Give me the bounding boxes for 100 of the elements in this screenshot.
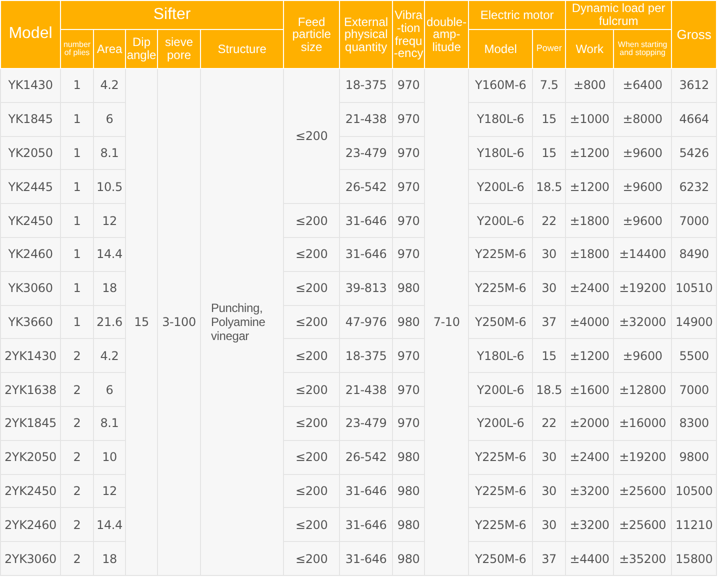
table-cell: 15 xyxy=(532,102,566,136)
table-cell: 22 xyxy=(532,204,566,238)
column-header: Dip angle xyxy=(126,30,158,68)
table-cell: 8300 xyxy=(672,406,717,440)
table-cell: ≤200 xyxy=(284,542,340,576)
table-cell: 2YK3060 xyxy=(0,542,60,576)
table-cell: Y160M-6 xyxy=(468,68,533,102)
table-cell: 2YK1430 xyxy=(0,338,60,373)
table-cell: YK1430 xyxy=(0,68,60,102)
table-cell: 26-542 xyxy=(340,440,393,474)
table-cell: YK2445 xyxy=(0,170,60,204)
table-cell: 1 xyxy=(60,237,94,272)
column-header: Structure xyxy=(200,30,284,68)
table-cell: Y180L-6 xyxy=(468,338,533,373)
table-cell: 7000 xyxy=(672,372,717,406)
table-cell: ±2000 xyxy=(566,406,614,440)
table-cell: ±8000 xyxy=(614,102,672,136)
table-cell: ≤200 xyxy=(284,68,340,204)
table-cell: 2 xyxy=(60,440,94,474)
table-cell: 1 xyxy=(60,68,94,102)
table-cell: 4.2 xyxy=(94,338,126,373)
table-cell: ≤200 xyxy=(284,406,340,440)
table-cell: 1 xyxy=(60,102,94,136)
table-cell: 6232 xyxy=(672,170,717,204)
table-cell: 6 xyxy=(94,372,126,406)
column-header: sieve pore xyxy=(158,30,200,68)
table-cell: ±1200 xyxy=(566,170,614,204)
table-cell: 970 xyxy=(392,237,425,272)
table-cell: 37 xyxy=(532,305,566,339)
table-cell: 21-438 xyxy=(340,372,393,406)
table-cell: 47-976 xyxy=(340,305,393,339)
table-cell: 10 xyxy=(94,440,126,474)
table-cell: 26-542 xyxy=(340,170,393,204)
table-cell: 39-813 xyxy=(340,271,393,306)
table-cell: 21-438 xyxy=(340,102,393,136)
table-cell: Y225M-6 xyxy=(468,271,533,306)
table-cell: 15 xyxy=(532,136,566,170)
table-cell: 970 xyxy=(392,170,425,204)
table-cell: ±3200 xyxy=(566,474,614,508)
table-cell: Punching, Polyamine vinegar xyxy=(200,68,284,576)
table-cell: 980 xyxy=(392,440,425,474)
table-cell: 980 xyxy=(392,271,425,306)
table-cell: ±19200 xyxy=(614,271,672,306)
table-cell: ±6400 xyxy=(614,68,672,102)
table-cell: ±800 xyxy=(566,68,614,102)
table-cell: ±35200 xyxy=(614,542,672,576)
table-cell: 30 xyxy=(532,271,566,306)
table-cell: ≤200 xyxy=(284,271,340,306)
column-header: Electric motor xyxy=(468,0,566,30)
table-cell: Y250M-6 xyxy=(468,305,533,339)
table-cell: 15800 xyxy=(672,542,717,576)
table-cell: 22 xyxy=(532,406,566,440)
table-cell: Y180L-6 xyxy=(468,102,533,136)
table-cell: 1 xyxy=(60,305,94,339)
column-header: Work xyxy=(566,30,614,68)
table-cell: 2 xyxy=(60,508,94,542)
table-cell: 1 xyxy=(60,271,94,306)
table-cell: 14.4 xyxy=(94,237,126,272)
table-cell: ±4000 xyxy=(566,305,614,339)
table-cell: 2YK2450 xyxy=(0,474,60,508)
table-cell: 970 xyxy=(392,102,425,136)
table-cell: Y250M-6 xyxy=(468,542,533,576)
table-cell: ±1800 xyxy=(566,237,614,272)
table-cell: ≤200 xyxy=(284,372,340,406)
table-cell: YK2450 xyxy=(0,204,60,238)
table-cell: 18-375 xyxy=(340,338,393,373)
table-cell: 3612 xyxy=(672,68,717,102)
table-cell: 2YK2050 xyxy=(0,440,60,474)
table-cell: 2 xyxy=(60,372,94,406)
table-cell: 8.1 xyxy=(94,406,126,440)
table-cell: Y200L-6 xyxy=(468,170,533,204)
column-header: double-amp-litude xyxy=(424,0,469,68)
column-header: Model xyxy=(0,0,60,68)
table-cell: YK3660 xyxy=(0,305,60,339)
column-header: number of plies xyxy=(60,30,94,68)
table-cell: 2YK1845 xyxy=(0,406,60,440)
table-cell: 10510 xyxy=(672,271,717,306)
table-cell: ≤200 xyxy=(284,237,340,272)
table-cell: Y225M-6 xyxy=(468,474,533,508)
table-cell: 7.5 xyxy=(532,68,566,102)
table-cell: Y225M-6 xyxy=(468,440,533,474)
table-cell: ±16000 xyxy=(614,406,672,440)
table-cell: Y200L-6 xyxy=(468,406,533,440)
table-cell: 2YK2460 xyxy=(0,508,60,542)
table-cell: ±25600 xyxy=(614,508,672,542)
table-cell: 2YK1638 xyxy=(0,372,60,406)
table-cell: 31-646 xyxy=(340,204,393,238)
table-cell: 980 xyxy=(392,474,425,508)
table-cell: YK3060 xyxy=(0,271,60,306)
table-cell: ±25600 xyxy=(614,474,672,508)
column-header: Power xyxy=(532,30,566,68)
table-cell: 11210 xyxy=(672,508,717,542)
table-cell: 970 xyxy=(392,68,425,102)
table-cell: 10.5 xyxy=(94,170,126,204)
table-cell: ±1600 xyxy=(566,372,614,406)
table-cell: ±32000 xyxy=(614,305,672,339)
table-cell: ±12800 xyxy=(614,372,672,406)
table-cell: ≤200 xyxy=(284,204,340,238)
table-cell: 7-10 xyxy=(424,68,469,576)
table-cell: ±1800 xyxy=(566,204,614,238)
